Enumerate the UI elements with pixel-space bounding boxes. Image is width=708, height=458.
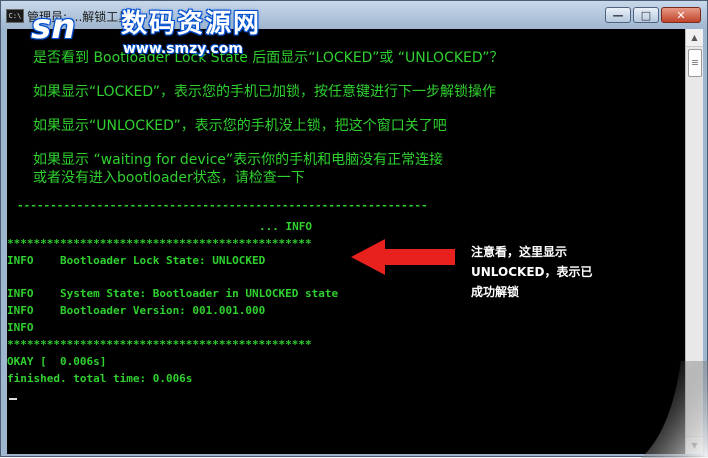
annotation-line-2: UNLOCKED，表示已 <box>471 265 593 279</box>
annotation-note: 注意看，这里显示 UNLOCKED，表示已 成功解锁 <box>471 242 631 302</box>
arrow-shape <box>351 239 455 275</box>
scroll-thumb[interactable] <box>688 49 702 77</box>
separator-line: ----------------------------------------… <box>17 199 428 212</box>
watermark-logo: sn <box>31 7 76 47</box>
command-prompt-window: C:\ 管理员: ...解锁工具 — □ ✕ 是否看到 Bootloader L… <box>0 0 708 458</box>
instruction-line-4: 如果显示 “waiting for device”表示你的手机和电脑没有正常连接 <box>33 152 444 168</box>
scroll-up-arrow-icon[interactable]: ▲ <box>686 29 703 47</box>
stars-line-top: ****************************************… <box>7 237 312 250</box>
maximize-icon: □ <box>640 9 652 22</box>
instruction-line-5: 或者没有进入bootloader状态，请检查一下 <box>33 170 305 186</box>
close-button[interactable]: ✕ <box>661 7 701 23</box>
okay-line: OKAY [ 0.006s] <box>7 355 107 368</box>
text-cursor <box>9 398 17 400</box>
finished-line: finished. total time: 0.006s <box>7 372 193 385</box>
console-icon: C:\ <box>6 9 24 23</box>
close-icon: ✕ <box>676 9 686 22</box>
maximize-button[interactable]: □ <box>633 7 659 23</box>
minimize-icon: — <box>612 9 624 22</box>
window-controls: — □ ✕ <box>605 7 701 25</box>
page-curl-shadow <box>641 361 708 458</box>
lock-state-line: INFO Bootloader Lock State: UNLOCKED <box>7 254 266 267</box>
red-arrow-icon <box>351 239 455 275</box>
system-state-line: INFO System State: Bootloader in UNLOCKE… <box>7 287 339 300</box>
annotation-line-3: 成功解锁 <box>471 285 520 299</box>
annotation-line-1: 注意看，这里显示 <box>471 245 568 259</box>
minimize-button[interactable]: — <box>605 7 631 23</box>
stars-line-bottom: ****************************************… <box>7 338 312 351</box>
bootloader-version-line: INFO Bootloader Version: 001.001.000 <box>7 304 266 317</box>
site-watermark: sn 数码资源网 www.smzy.com <box>31 1 291 63</box>
watermark-name: 数码资源网 <box>121 9 262 39</box>
instruction-line-2: 如果显示“LOCKED”，表示您的手机已加锁，按任意键进行下一步解锁操作 <box>33 84 497 100</box>
info-header: ... INFO <box>259 220 312 233</box>
instruction-line-3: 如果显示“UNLOCKED”，表示您的手机没上锁，把这个窗口关了吧 <box>33 118 447 134</box>
info-blank-line: INFO <box>7 321 34 334</box>
watermark-url: www.smzy.com <box>123 41 243 57</box>
